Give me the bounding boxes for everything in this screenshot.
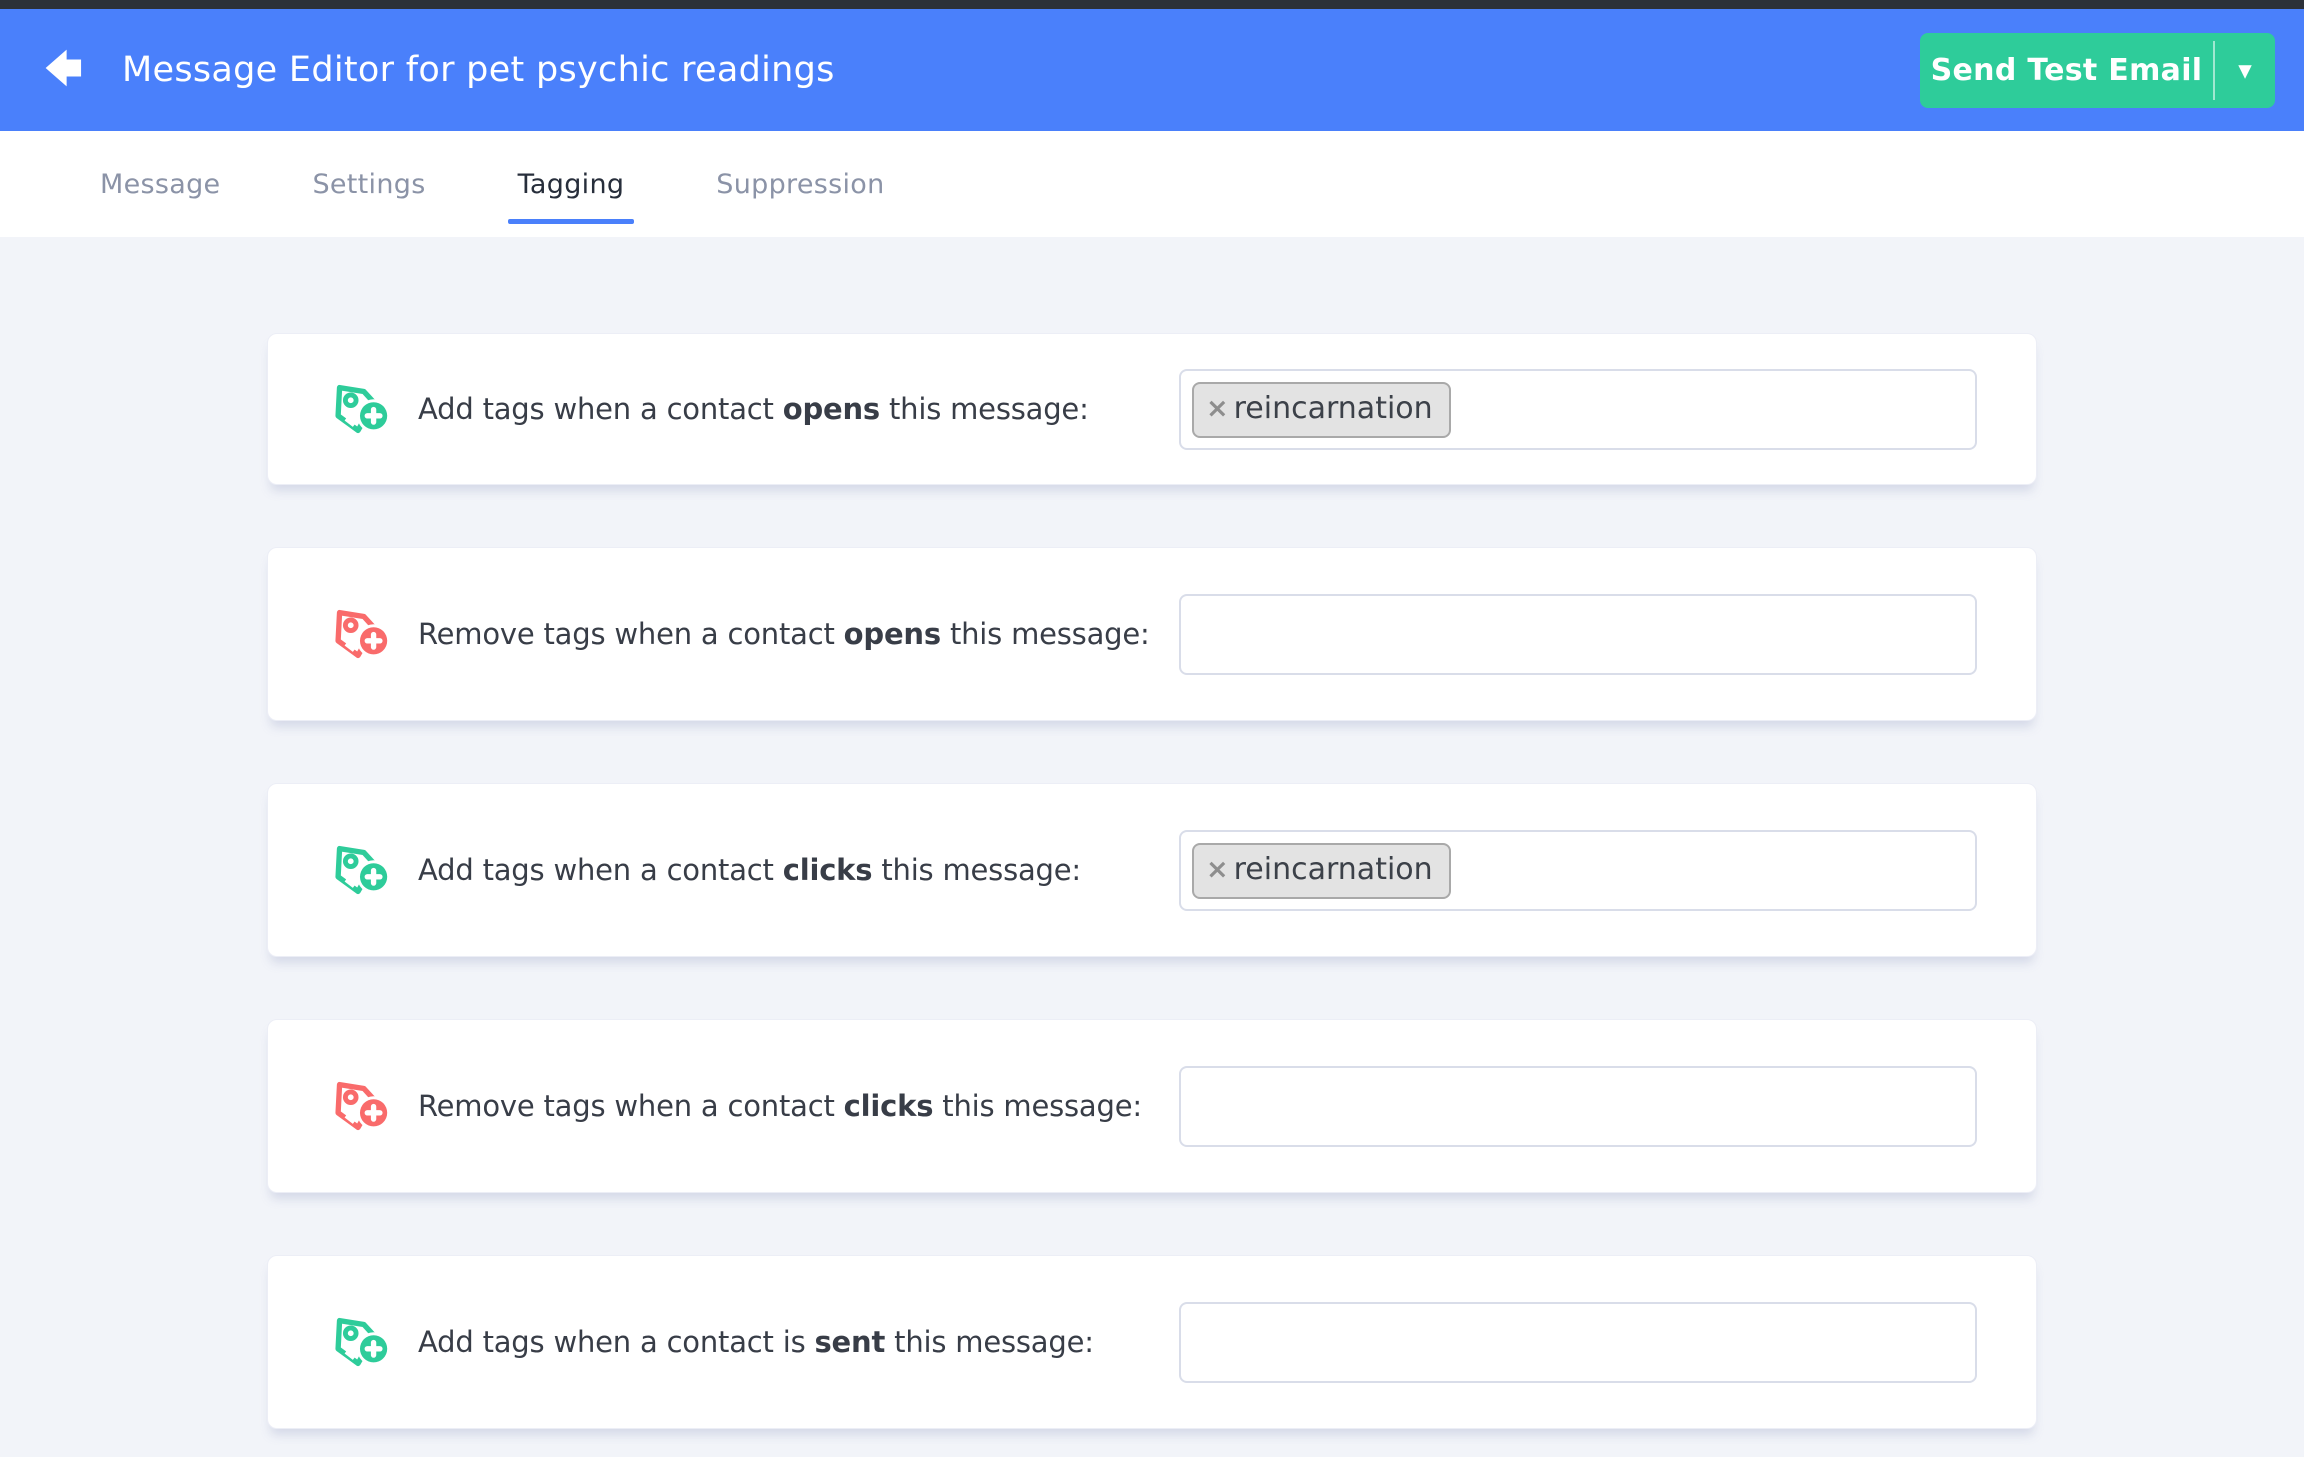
tab-tagging-label: Tagging [518, 169, 625, 200]
tab-settings[interactable]: Settings [312, 169, 425, 200]
card-remove-tags-on-click: Remove tags when a contact clicks this m… [267, 1019, 2037, 1193]
tag-chip-label: reincarnation [1234, 388, 1433, 430]
tab-tagging[interactable]: Tagging [518, 169, 625, 200]
page-title: Message Editor for pet psychic readings [122, 50, 835, 90]
tag-add-icon [324, 374, 394, 444]
remove-tags-on-open-input[interactable] [1179, 594, 1977, 675]
window-chrome-strip [0, 0, 2304, 9]
chip-remove-icon[interactable]: × [1206, 851, 1229, 889]
tag-add-icon [324, 835, 394, 905]
card-add-tags-on-sent: Add tags when a contact is sent this mes… [267, 1255, 2037, 1429]
tag-chip-label: reincarnation [1234, 849, 1433, 891]
tag-chip: × reincarnation [1192, 382, 1451, 438]
add-tags-on-open-input[interactable]: × reincarnation [1179, 369, 1977, 450]
card-add-tags-on-click: Add tags when a contact clicks this mess… [267, 783, 2037, 957]
tab-bar: Message Settings Tagging Suppression [0, 131, 2304, 237]
card-label: Add tags when a contact is sent this mes… [418, 1325, 1094, 1359]
tag-add-icon [324, 1307, 394, 1377]
remove-tags-on-click-input[interactable] [1179, 1066, 1977, 1147]
header-bar: Message Editor for pet psychic readings … [0, 9, 2304, 131]
tagging-settings-panel: Add tags when a contact opens this messa… [267, 237, 2037, 1429]
tag-remove-icon [324, 599, 394, 669]
send-test-email-split-button: Send Test Email ▾ [1920, 33, 2275, 108]
card-label: Remove tags when a contact clicks this m… [418, 1089, 1142, 1123]
chevron-down-icon: ▾ [2238, 55, 2252, 86]
tag-remove-icon [324, 1071, 394, 1141]
card-label: Add tags when a contact opens this messa… [418, 392, 1089, 426]
back-button[interactable] [38, 44, 90, 96]
tab-suppression[interactable]: Suppression [716, 169, 884, 200]
active-tab-underline [508, 219, 635, 224]
card-remove-tags-on-open: Remove tags when a contact opens this me… [267, 547, 2037, 721]
card-add-tags-on-open: Add tags when a contact opens this messa… [267, 333, 2037, 485]
card-label: Remove tags when a contact opens this me… [418, 617, 1150, 651]
chip-remove-icon[interactable]: × [1206, 390, 1229, 428]
add-tags-on-click-input[interactable]: × reincarnation [1179, 830, 1977, 911]
tab-message[interactable]: Message [100, 169, 220, 200]
send-options-caret-button[interactable]: ▾ [2215, 33, 2275, 108]
tag-chip: × reincarnation [1192, 843, 1451, 899]
card-label: Add tags when a contact clicks this mess… [418, 853, 1081, 887]
back-arrow-icon [40, 47, 88, 93]
add-tags-on-sent-input[interactable] [1179, 1302, 1977, 1383]
send-test-email-button[interactable]: Send Test Email [1920, 33, 2213, 108]
